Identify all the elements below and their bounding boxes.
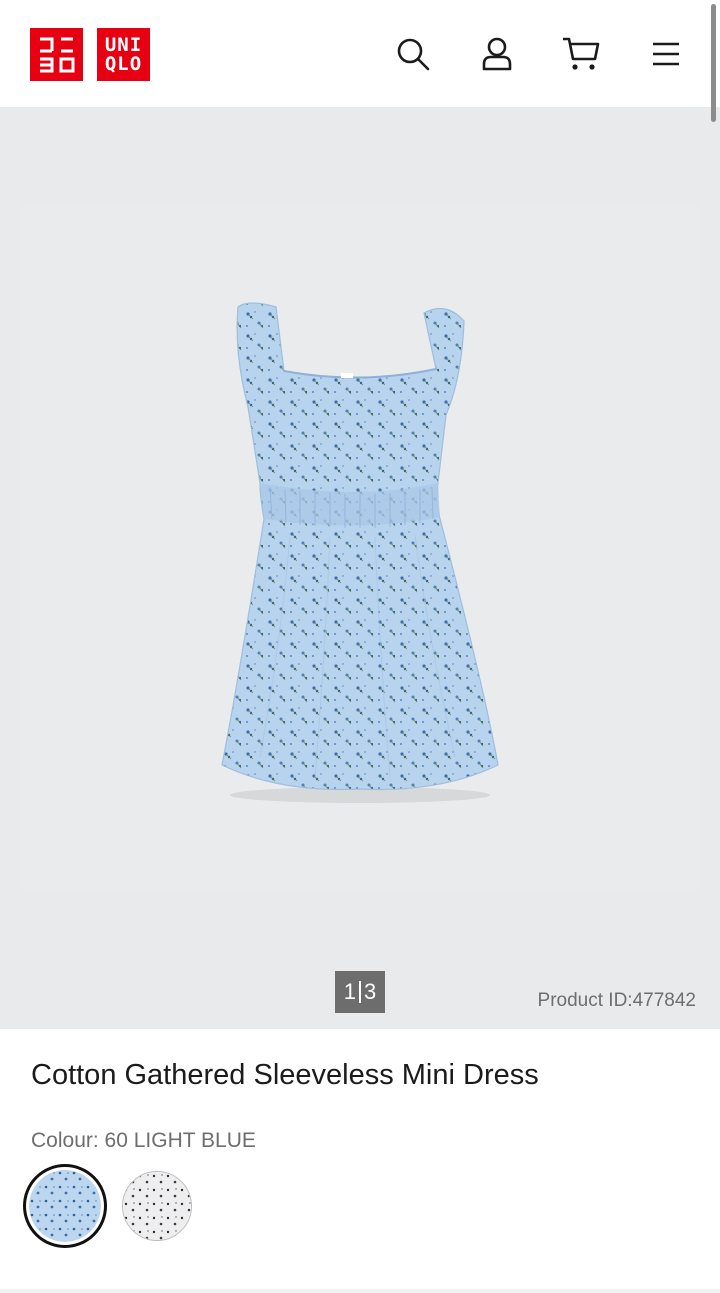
image-pager: 13 [335, 971, 385, 1013]
uniqlo-logo-kana[interactable] [30, 28, 83, 81]
uniqlo-logo-latin[interactable]: UNI QLO [97, 28, 150, 81]
dress-image [221, 302, 499, 803]
logo-latin-line1: UNI [104, 33, 143, 56]
cart-icon[interactable] [561, 34, 601, 74]
product-image-gallery[interactable]: 13 Product ID:477842 [0, 107, 720, 1029]
colour-swatch-light-blue[interactable] [23, 1164, 107, 1248]
product-id: Product ID:477842 [537, 990, 696, 1011]
product-title: Cotton Gathered Sleeveless Mini Dress [31, 1059, 539, 1091]
light-blue-swatch-pattern [29, 1170, 101, 1242]
colour-swatch-off-white[interactable] [122, 1171, 192, 1241]
logo-latin-line2: QLO [104, 52, 143, 75]
account-icon[interactable] [477, 34, 517, 74]
pager-divider [359, 981, 361, 1003]
off-white-swatch-pattern [123, 1172, 191, 1240]
page-scrollbar[interactable] [711, 4, 716, 122]
search-icon[interactable] [393, 34, 433, 74]
pager-total: 3 [364, 979, 377, 1004]
pager-current: 1 [343, 979, 356, 1004]
colour-label: Colour: 60 LIGHT BLUE [31, 1129, 256, 1152]
menu-icon[interactable] [646, 34, 686, 74]
logo-kana-glyphs [39, 37, 74, 72]
site-header: UNI QLO [0, 0, 720, 107]
section-divider [0, 1289, 720, 1293]
